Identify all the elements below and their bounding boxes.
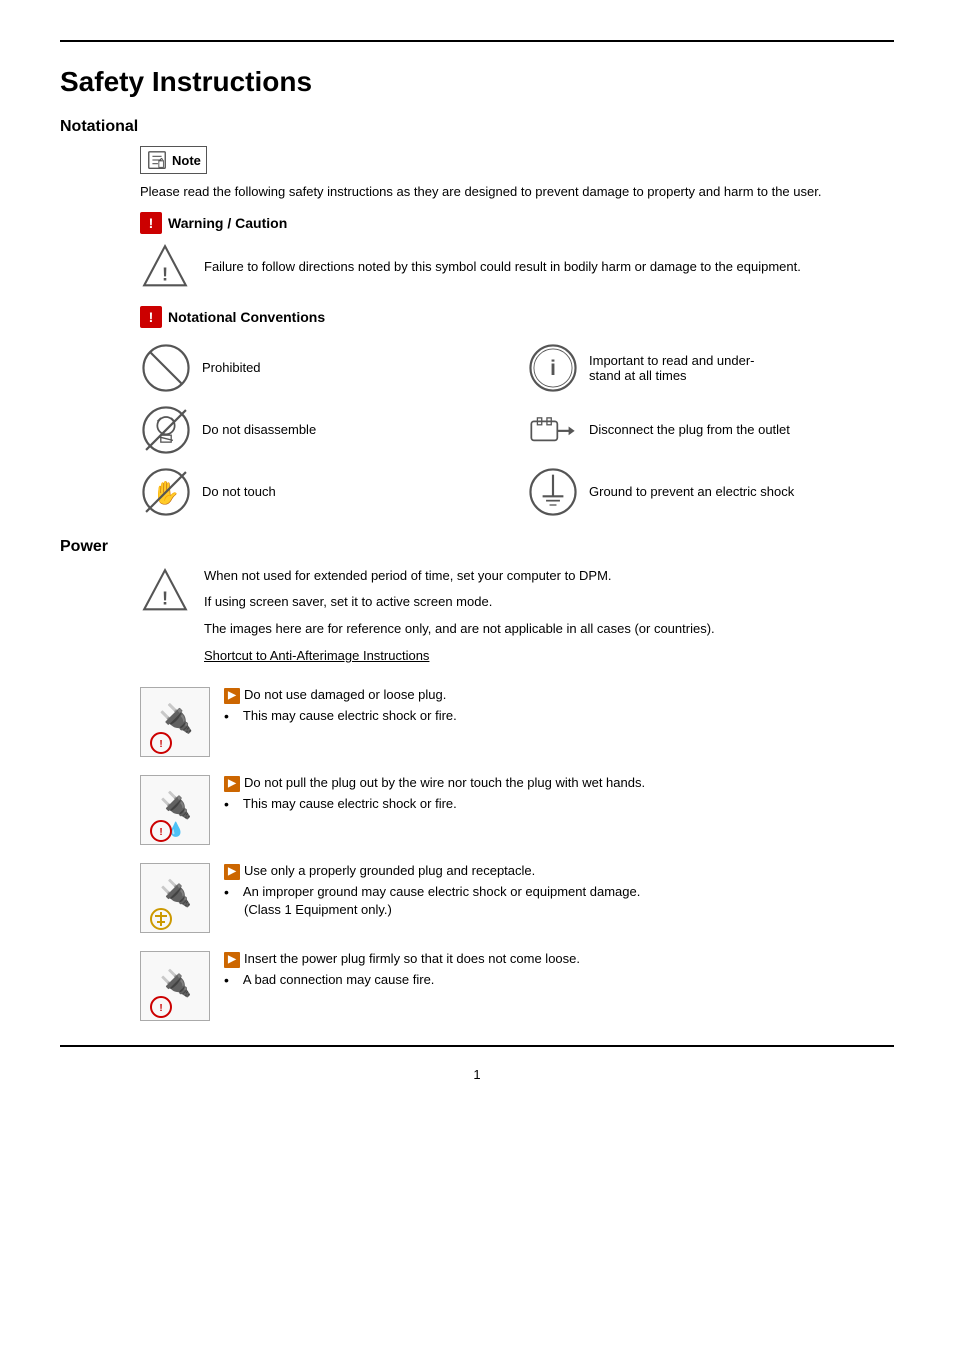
svg-text:🔌: 🔌 (160, 790, 192, 820)
page-number: 1 (60, 1067, 894, 1082)
important-icon: i (527, 342, 579, 394)
convention-disassemble: Do not disassemble (140, 404, 507, 456)
conventions-grid: Prohibited i Important to read and under… (140, 342, 894, 518)
mini-warning-icon-3: ▶ (224, 864, 240, 880)
svg-text:🔌: 🔌 (160, 878, 192, 908)
warning-caution-icon: ! (140, 212, 162, 234)
prohibited-icon (140, 342, 192, 394)
power-text3: The images here are for reference only, … (204, 619, 715, 640)
plug-item-3: 🔌 ▶ Use only a properly grounded plug an… (140, 863, 894, 933)
plug-img-2: 🔌 💧 ! (140, 775, 210, 845)
bullet-item-1: • This may cause electric shock or fire. (224, 708, 894, 724)
plug-warning-line-2: ▶ Do not pull the plug out by the wire n… (224, 775, 894, 792)
warning-caution-row: ! Warning / Caution (140, 212, 894, 234)
disconnect-label: Disconnect the plug from the outlet (589, 422, 790, 437)
bullet-text-3a: An improper ground may cause electric sh… (243, 884, 640, 900)
plug-warning-text-1: Do not use damaged or loose plug. (244, 687, 446, 702)
mini-warning-icon-2: ▶ (224, 776, 240, 792)
convention-touch: ✋ Do not touch (140, 466, 507, 518)
plug-img-4: 🔌 ! (140, 951, 210, 1021)
bullet-item-3a: • An improper ground may cause electric … (224, 884, 894, 900)
plug-img-3: 🔌 (140, 863, 210, 933)
plug-warning-text-2: Do not pull the plug out by the wire nor… (244, 775, 645, 790)
plug-content-4: ▶ Insert the power plug firmly so that i… (224, 951, 894, 988)
bullet-text-2: This may cause electric shock or fire. (243, 796, 457, 812)
power-text1: When not used for extended period of tim… (204, 566, 715, 587)
important-label: Important to read and under-stand at all… (589, 353, 755, 383)
svg-text:🔌: 🔌 (159, 702, 194, 735)
svg-text:!: ! (162, 587, 168, 608)
warning-caution-label: Warning / Caution (168, 215, 287, 231)
prohibited-label: Prohibited (202, 360, 261, 375)
page: Safety Instructions Notational Note Plea… (0, 0, 954, 1350)
page-title: Safety Instructions (60, 66, 894, 98)
disassemble-label: Do not disassemble (202, 422, 316, 437)
plug-warning-line-4: ▶ Insert the power plug firmly so that i… (224, 951, 894, 968)
power-text2: If using screen saver, set it to active … (204, 592, 715, 613)
svg-text:i: i (550, 356, 556, 379)
disconnect-icon (527, 404, 579, 456)
plug-warning-text-3: Use only a properly grounded plug and re… (244, 863, 535, 878)
ground-label: Ground to prevent an electric shock (589, 484, 794, 499)
convention-prohibited: Prohibited (140, 342, 507, 394)
note-icon (146, 149, 168, 171)
convention-ground: Ground to prevent an electric shock (527, 466, 894, 518)
warning-text: Failure to follow directions noted by th… (204, 257, 801, 277)
note-box: Note (140, 146, 207, 174)
warning-text-row: ! Failure to follow directions noted by … (140, 242, 894, 292)
plug-item-1: 🔌 ! ▶ Do not use damaged or loose plug. … (140, 687, 894, 757)
disassemble-icon (140, 404, 192, 456)
notational-conventions-row: ! Notational Conventions (140, 306, 894, 328)
bullet-text-4: A bad connection may cause fire. (243, 972, 435, 988)
bullet-text-1: This may cause electric shock or fire. (243, 708, 457, 724)
section-power: Power (60, 538, 894, 556)
touch-label: Do not touch (202, 484, 276, 499)
plug-item-4: 🔌 ! ▶ Insert the power plug firmly so th… (140, 951, 894, 1021)
bottom-border (60, 1045, 894, 1047)
ground-icon (527, 466, 579, 518)
svg-text:🔌: 🔌 (160, 968, 192, 998)
svg-text:!: ! (159, 827, 162, 838)
notational-conv-icon: ! (140, 306, 162, 328)
note-description: Please read the following safety instruc… (140, 182, 894, 202)
power-text-block: When not used for extended period of tim… (204, 566, 715, 673)
note-label: Note (172, 153, 201, 168)
plug-img-1: 🔌 ! (140, 687, 210, 757)
plug-warning-line-3: ▶ Use only a properly grounded plug and … (224, 863, 894, 880)
convention-important: i Important to read and under-stand at a… (527, 342, 894, 394)
plug-item-2: 🔌 💧 ! ▶ Do not pull the plug out by the … (140, 775, 894, 845)
svg-text:!: ! (159, 1003, 162, 1014)
section-notational: Notational (60, 118, 894, 136)
svg-text:!: ! (159, 739, 162, 750)
bullet-text-3b: (Class 1 Equipment only.) (244, 902, 392, 917)
power-triangle-icon: ! (140, 566, 190, 616)
convention-disconnect: Disconnect the plug from the outlet (527, 404, 894, 456)
plug-content-1: ▶ Do not use damaged or loose plug. • Th… (224, 687, 894, 724)
plug-warning-line-1: ▶ Do not use damaged or loose plug. (224, 687, 894, 704)
plug-content-2: ▶ Do not pull the plug out by the wire n… (224, 775, 894, 812)
mini-warning-icon-1: ▶ (224, 688, 240, 704)
power-text4: Shortcut to Anti-Afterimage Instructions (204, 646, 715, 667)
mini-warning-icon-4: ▶ (224, 952, 240, 968)
top-border (60, 40, 894, 42)
plug-content-3: ▶ Use only a properly grounded plug and … (224, 863, 894, 917)
shortcut-link[interactable]: Shortcut to Anti-Afterimage Instructions (204, 648, 429, 663)
triangle-warning-icon: ! (140, 242, 190, 292)
notational-conventions-label: Notational Conventions (168, 309, 325, 325)
bullet-item-4: • A bad connection may cause fire. (224, 972, 894, 988)
bullet-item-3b: (Class 1 Equipment only.) (234, 902, 894, 917)
plug-section: 🔌 ! ▶ Do not use damaged or loose plug. … (140, 687, 894, 1021)
svg-text:!: ! (162, 263, 168, 284)
bullet-item-2: • This may cause electric shock or fire. (224, 796, 894, 812)
power-warning-row: ! When not used for extended period of t… (140, 566, 894, 673)
touch-icon: ✋ (140, 466, 192, 518)
plug-warning-text-4: Insert the power plug firmly so that it … (244, 951, 580, 966)
